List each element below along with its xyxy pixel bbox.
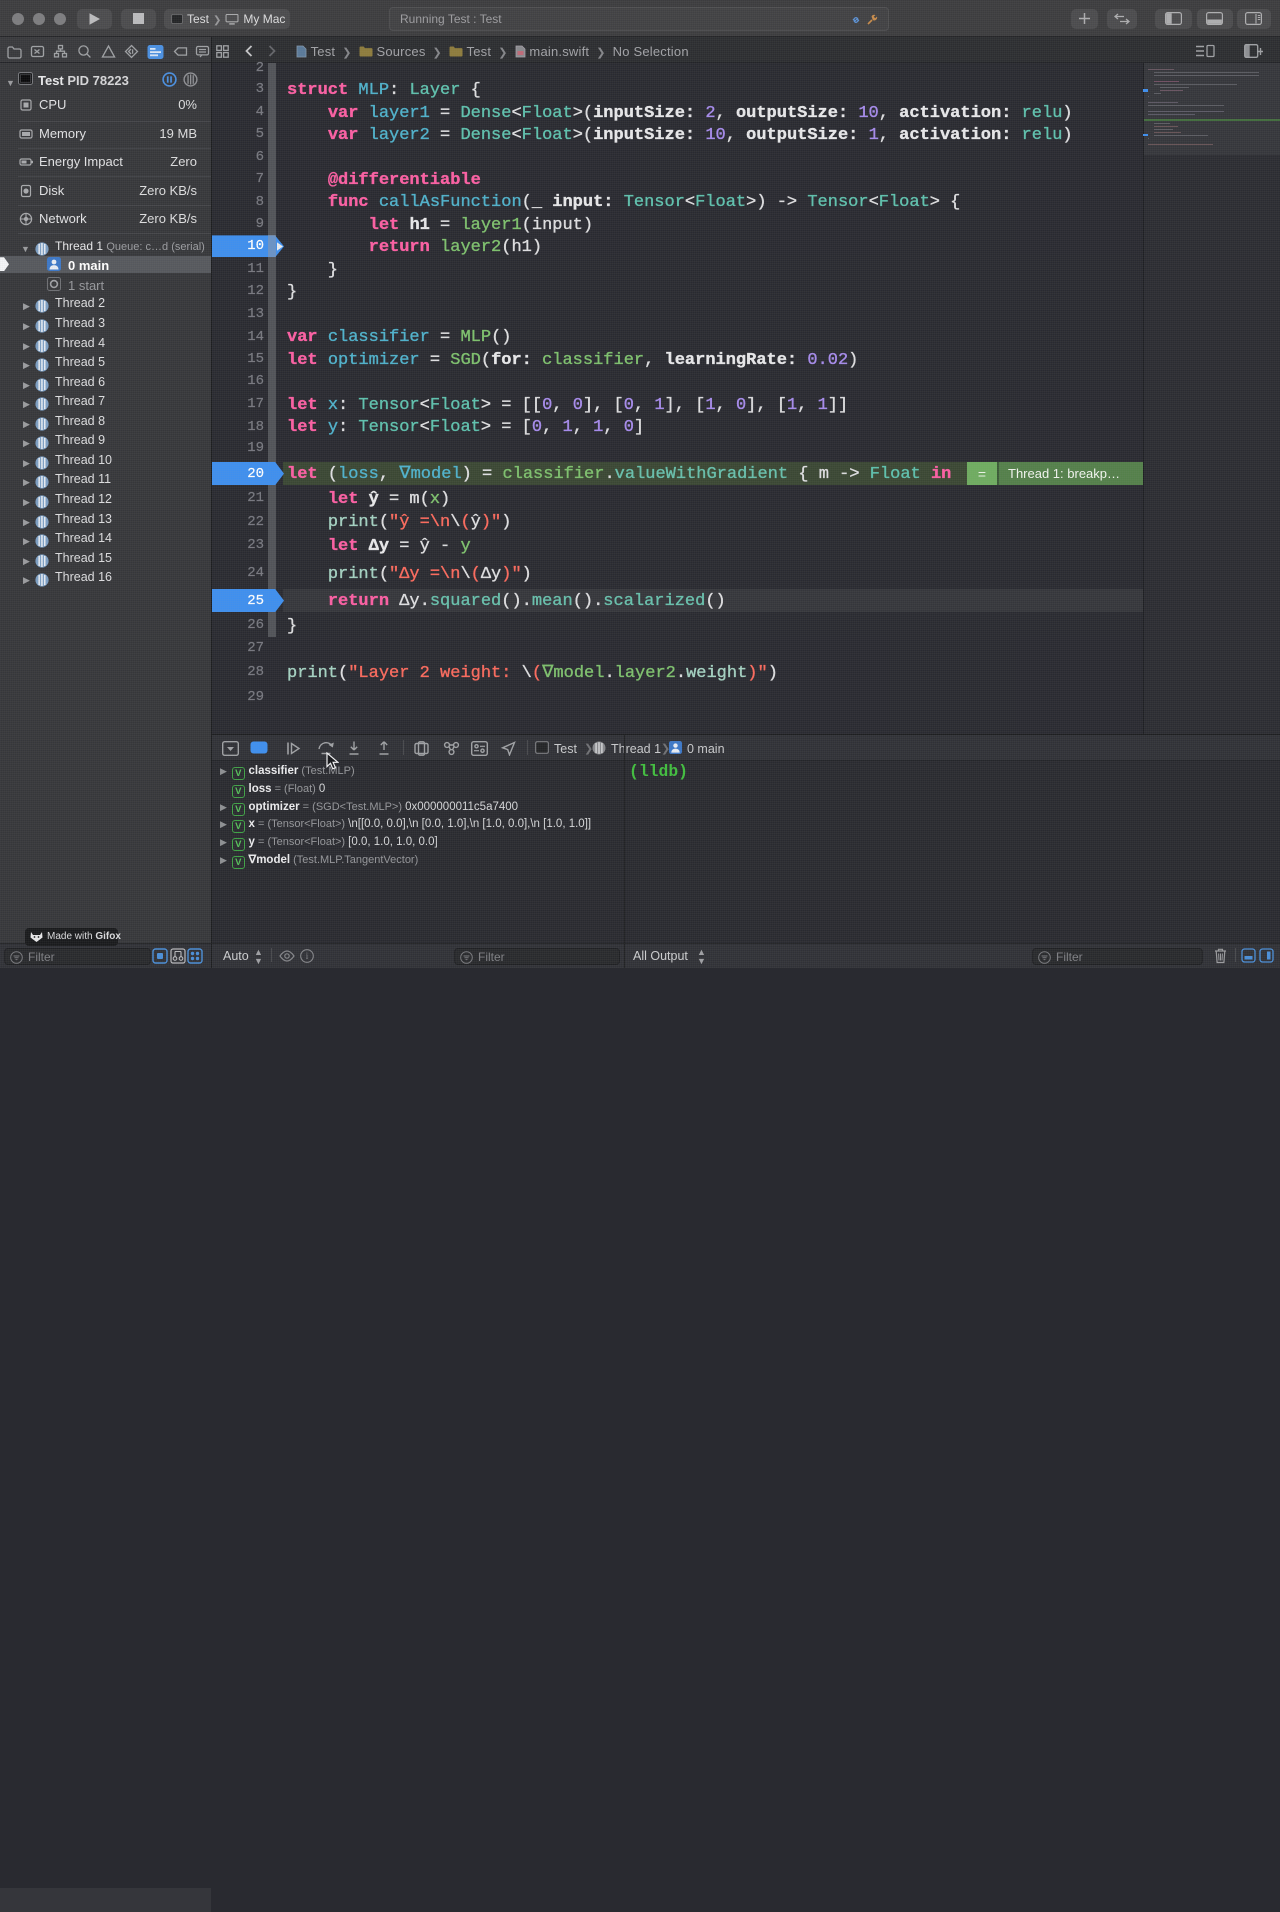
svg-text:i: i	[306, 951, 309, 961]
